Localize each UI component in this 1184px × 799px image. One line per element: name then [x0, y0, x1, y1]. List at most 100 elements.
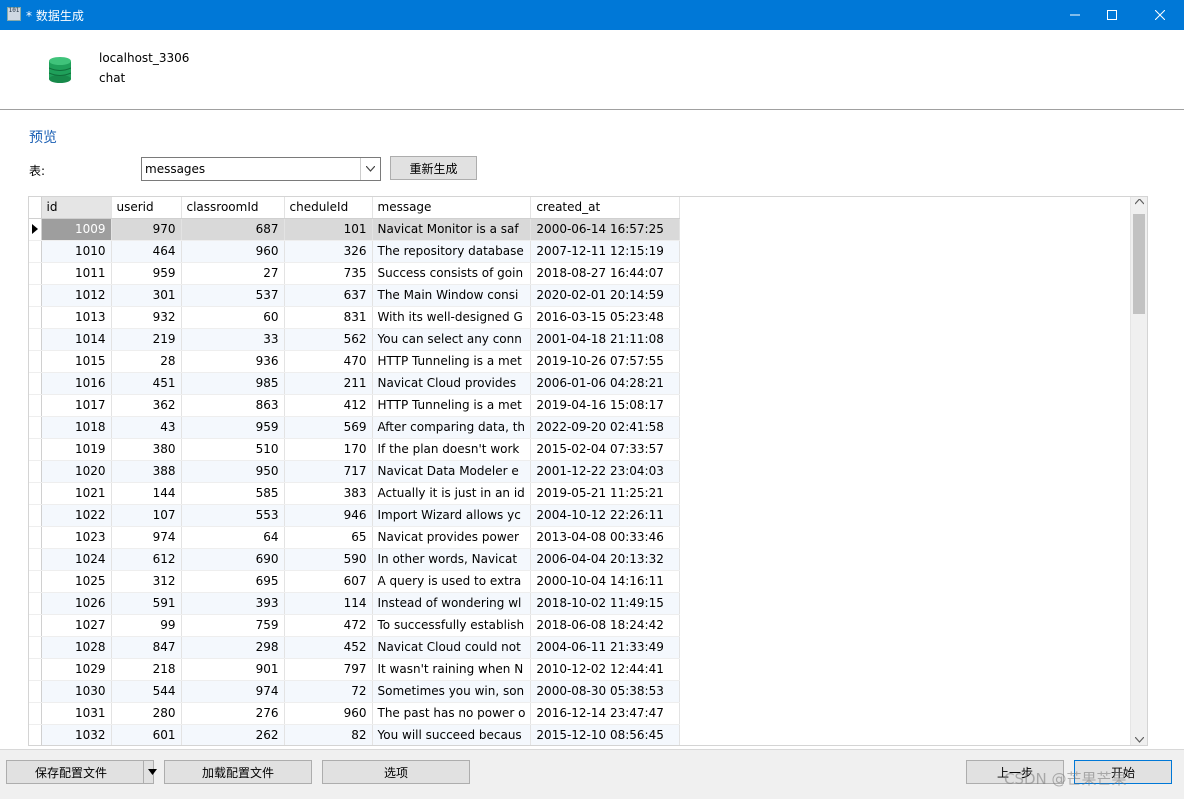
row-indicator[interactable]	[29, 504, 42, 527]
maximize-button[interactable]	[1089, 0, 1135, 30]
row-indicator[interactable]	[29, 680, 42, 703]
cell-cheduleId[interactable]: 72	[284, 680, 373, 703]
close-button[interactable]	[1137, 0, 1183, 30]
cell-id[interactable]: 1018	[41, 416, 112, 439]
load-config-button[interactable]: 加载配置文件	[164, 760, 312, 784]
cell-classroomId[interactable]: 553	[181, 504, 285, 527]
cell-created_at[interactable]: 2006-01-06 04:28:21	[530, 372, 681, 395]
cell-created_at[interactable]: 2000-10-04 14:16:11	[530, 570, 681, 593]
row-indicator[interactable]	[29, 394, 42, 417]
row-indicator[interactable]	[29, 702, 42, 725]
row-indicator[interactable]	[29, 460, 42, 483]
cell-created_at[interactable]: 2004-06-11 21:33:49	[530, 636, 681, 659]
table-row[interactable]: 1023 974 64 65 Navicat provides power 2013-04…	[29, 526, 681, 549]
cell-userid[interactable]: 847	[111, 636, 182, 659]
row-indicator[interactable]	[29, 724, 42, 745]
cell-classroomId[interactable]: 262	[181, 724, 285, 745]
options-button[interactable]: 选项	[322, 760, 470, 784]
cell-created_at[interactable]: 2018-08-27 16:44:07	[530, 262, 681, 285]
cell-id[interactable]: 1022	[41, 504, 112, 527]
chevron-down-icon[interactable]	[360, 158, 380, 180]
cell-cheduleId[interactable]: 569	[284, 416, 373, 439]
cell-created_at[interactable]: 2001-12-22 23:04:03	[530, 460, 681, 483]
cell-userid[interactable]: 612	[111, 548, 182, 571]
cell-created_at[interactable]: 2000-06-14 16:57:25	[530, 218, 681, 241]
cell-cheduleId[interactable]: 82	[284, 724, 373, 745]
cell-userid[interactable]: 28	[111, 350, 182, 373]
cell-cheduleId[interactable]: 470	[284, 350, 373, 373]
cell-id[interactable]: 1028	[41, 636, 112, 659]
table-select[interactable]: messages	[141, 157, 381, 181]
cell-created_at[interactable]: 2013-04-08 00:33:46	[530, 526, 681, 549]
cell-classroomId[interactable]: 960	[181, 240, 285, 263]
cell-id[interactable]: 1021	[41, 482, 112, 505]
cell-userid[interactable]: 99	[111, 614, 182, 637]
cell-id[interactable]: 1011	[41, 262, 112, 285]
cell-classroomId[interactable]: 863	[181, 394, 285, 417]
cell-message[interactable]: The Main Window consi	[372, 284, 532, 307]
cell-created_at[interactable]: 2007-12-11 12:15:19	[530, 240, 681, 263]
cell-message[interactable]: Sometimes you win, son	[372, 680, 532, 703]
cell-userid[interactable]: 362	[111, 394, 182, 417]
cell-userid[interactable]: 601	[111, 724, 182, 745]
cell-userid[interactable]: 107	[111, 504, 182, 527]
table-row[interactable]: 1022 107 553 946 Import Wizard allows yc 2004…	[29, 504, 681, 527]
cell-classroomId[interactable]: 537	[181, 284, 285, 307]
cell-message[interactable]: If the plan doesn't work	[372, 438, 532, 461]
cell-message[interactable]: Import Wizard allows yc	[372, 504, 532, 527]
cell-cheduleId[interactable]: 607	[284, 570, 373, 593]
column-header-classroomId[interactable]: classroomId	[181, 197, 285, 219]
cell-userid[interactable]: 932	[111, 306, 182, 329]
cell-message[interactable]: Actually it is just in an id	[372, 482, 532, 505]
row-indicator[interactable]	[29, 636, 42, 659]
cell-created_at[interactable]: 2019-10-26 07:57:55	[530, 350, 681, 373]
row-indicator[interactable]	[29, 262, 42, 285]
cell-classroomId[interactable]: 64	[181, 526, 285, 549]
cell-userid[interactable]: 544	[111, 680, 182, 703]
row-indicator[interactable]	[29, 240, 42, 263]
cell-classroomId[interactable]: 27	[181, 262, 285, 285]
table-row[interactable]: 1020 388 950 717 Navicat Data Modeler e 2001-…	[29, 460, 681, 483]
table-row[interactable]: 1027 99 759 472 To successfully establish 201…	[29, 614, 681, 637]
table-row[interactable]: 1010 464 960 326 The repository database 2007…	[29, 240, 681, 263]
cell-id[interactable]: 1026	[41, 592, 112, 615]
cell-message[interactable]: It wasn't raining when N	[372, 658, 532, 681]
cell-message[interactable]: Navicat provides power	[372, 526, 532, 549]
cell-message[interactable]: To successfully establish	[372, 614, 532, 637]
cell-classroomId[interactable]: 950	[181, 460, 285, 483]
row-indicator[interactable]	[29, 482, 42, 505]
cell-cheduleId[interactable]: 797	[284, 658, 373, 681]
row-indicator[interactable]	[29, 438, 42, 461]
table-row[interactable]: 1032 601 262 82 You will succeed becaus 2015-…	[29, 724, 681, 745]
cell-cheduleId[interactable]: 170	[284, 438, 373, 461]
cell-cheduleId[interactable]: 65	[284, 526, 373, 549]
cell-cheduleId[interactable]: 717	[284, 460, 373, 483]
table-row[interactable]: 1024 612 690 590 In other words, Navicat 2006…	[29, 548, 681, 571]
column-header-message[interactable]: message	[372, 197, 532, 219]
row-indicator[interactable]	[29, 526, 42, 549]
cell-cheduleId[interactable]: 562	[284, 328, 373, 351]
cell-message[interactable]: You can select any conn	[372, 328, 532, 351]
cell-userid[interactable]: 380	[111, 438, 182, 461]
table-row[interactable]: 1029 218 901 797 It wasn't raining when N 201…	[29, 658, 681, 681]
cell-id[interactable]: 1032	[41, 724, 112, 745]
cell-cheduleId[interactable]: 946	[284, 504, 373, 527]
cell-created_at[interactable]: 2019-05-21 11:25:21	[530, 482, 681, 505]
cell-message[interactable]: Navicat Cloud provides	[372, 372, 532, 395]
cell-userid[interactable]: 144	[111, 482, 182, 505]
cell-userid[interactable]: 280	[111, 702, 182, 725]
table-row[interactable]: 1016 451 985 211 Navicat Cloud provides 2006-…	[29, 372, 681, 395]
table-row[interactable]: 1017 362 863 412 HTTP Tunneling is a met 2019…	[29, 394, 681, 417]
cell-id[interactable]: 1013	[41, 306, 112, 329]
cell-userid[interactable]: 43	[111, 416, 182, 439]
cell-userid[interactable]: 959	[111, 262, 182, 285]
row-indicator[interactable]	[29, 284, 42, 307]
row-indicator[interactable]	[29, 218, 42, 241]
cell-userid[interactable]: 312	[111, 570, 182, 593]
cell-classroomId[interactable]: 298	[181, 636, 285, 659]
row-indicator[interactable]	[29, 658, 42, 681]
cell-classroomId[interactable]: 585	[181, 482, 285, 505]
cell-userid[interactable]: 219	[111, 328, 182, 351]
cell-id[interactable]: 1030	[41, 680, 112, 703]
scroll-up-icon[interactable]	[1135, 199, 1144, 205]
